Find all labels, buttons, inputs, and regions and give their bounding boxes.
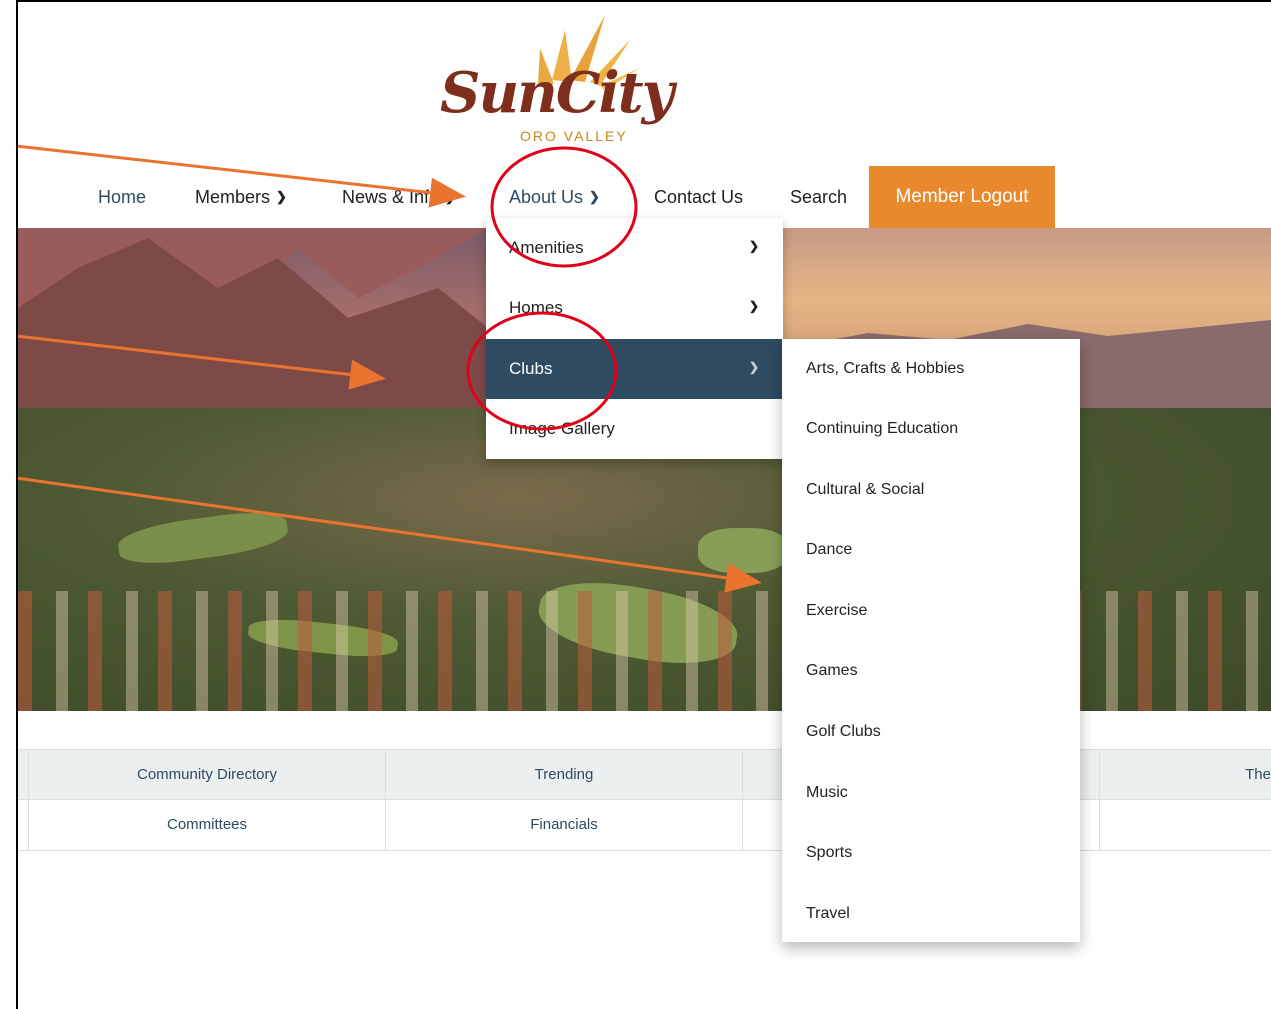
chevron-down-icon: ❯	[445, 189, 456, 204]
logo-tagline: ORO VALLEY	[520, 128, 628, 144]
about-us-dropdown: Amenities ❯ Homes ❯ Clubs ❯ Image Galler…	[486, 218, 783, 459]
submenu-item[interactable]: Golf Clubs	[782, 702, 1080, 762]
nav-search[interactable]: Search	[790, 166, 847, 228]
hero-fairway	[698, 528, 788, 573]
chevron-down-icon: ❯	[748, 360, 759, 374]
menu-item-label: Homes	[509, 298, 563, 317]
link-the[interactable]: The	[1099, 750, 1271, 800]
logo-wordmark: SunCity	[440, 60, 674, 126]
link-trending[interactable]: Trending	[385, 750, 742, 800]
nav-home[interactable]: Home	[98, 166, 146, 228]
submenu-item[interactable]: Sports	[782, 823, 1080, 883]
menu-item-label: Clubs	[509, 359, 553, 378]
submenu-item[interactable]: Continuing Education	[782, 399, 1080, 459]
site-logo[interactable]: SunCity ORO VALLEY	[440, 10, 690, 160]
menu-item-clubs[interactable]: Clubs ❯	[486, 339, 783, 399]
chevron-down-icon: ❯	[748, 299, 759, 313]
menu-item-amenities[interactable]: Amenities ❯	[486, 218, 783, 278]
link-community-directory[interactable]: Community Directory	[28, 750, 385, 800]
quick-links-table: Community Directory Trending The Committ…	[18, 749, 1271, 851]
chevron-down-icon: ❯	[748, 239, 759, 253]
nav-members-label: Members	[195, 187, 271, 207]
nav-search-label: Search	[790, 187, 848, 207]
link-committees[interactable]: Committees	[28, 800, 385, 850]
submenu-item[interactable]: Music	[782, 763, 1080, 823]
link-cell[interactable]	[1099, 800, 1271, 850]
clubs-submenu: Arts, Crafts & Hobbies Continuing Educat…	[782, 339, 1080, 942]
nav-about-label: About Us	[509, 187, 584, 207]
table-row: Community Directory Trending The	[18, 749, 1271, 800]
nav-home-label: Home	[98, 187, 147, 207]
nav-news-label: News & Info	[342, 187, 440, 207]
menu-item-label: Amenities	[509, 238, 584, 257]
link-financials[interactable]: Financials	[385, 800, 742, 850]
nav-contact-label: Contact Us	[654, 187, 744, 207]
submenu-item[interactable]: Travel	[782, 884, 1080, 944]
submenu-item[interactable]: Dance	[782, 520, 1080, 580]
submenu-item[interactable]: Exercise	[782, 581, 1080, 641]
member-logout-button[interactable]: Member Logout	[869, 166, 1055, 228]
menu-item-homes[interactable]: Homes ❯	[486, 278, 783, 338]
menu-item-label: Image Gallery	[509, 419, 615, 438]
hero-rooftops	[18, 591, 1271, 711]
chevron-down-icon: ❯	[276, 189, 287, 204]
menu-item-image-gallery[interactable]: Image Gallery	[486, 399, 783, 459]
submenu-item[interactable]: Arts, Crafts & Hobbies	[782, 339, 1080, 399]
table-row: Committees Financials	[18, 800, 1271, 851]
submenu-item[interactable]: Games	[782, 641, 1080, 701]
nav-news-info[interactable]: News & Info ❯	[342, 166, 456, 228]
nav-members[interactable]: Members ❯	[195, 166, 287, 228]
submenu-item[interactable]: Cultural & Social	[782, 460, 1080, 520]
